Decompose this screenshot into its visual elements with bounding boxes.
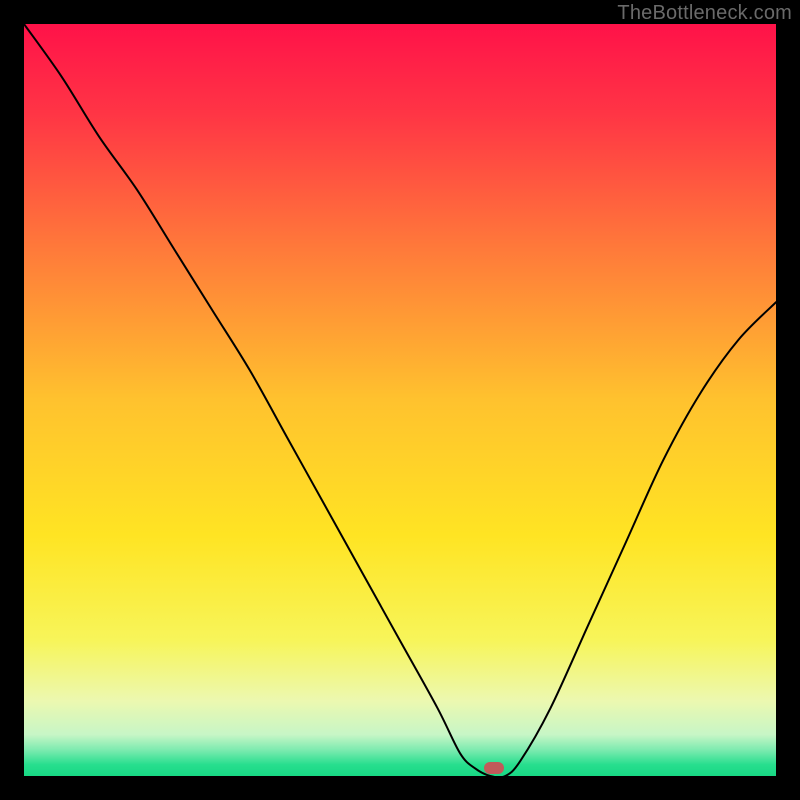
watermark-label: TheBottleneck.com — [617, 2, 792, 25]
plot-area — [24, 24, 776, 776]
bottleneck-curve — [24, 24, 776, 776]
bottleneck-chart: TheBottleneck.com — [0, 0, 800, 800]
optimal-marker — [484, 762, 504, 774]
